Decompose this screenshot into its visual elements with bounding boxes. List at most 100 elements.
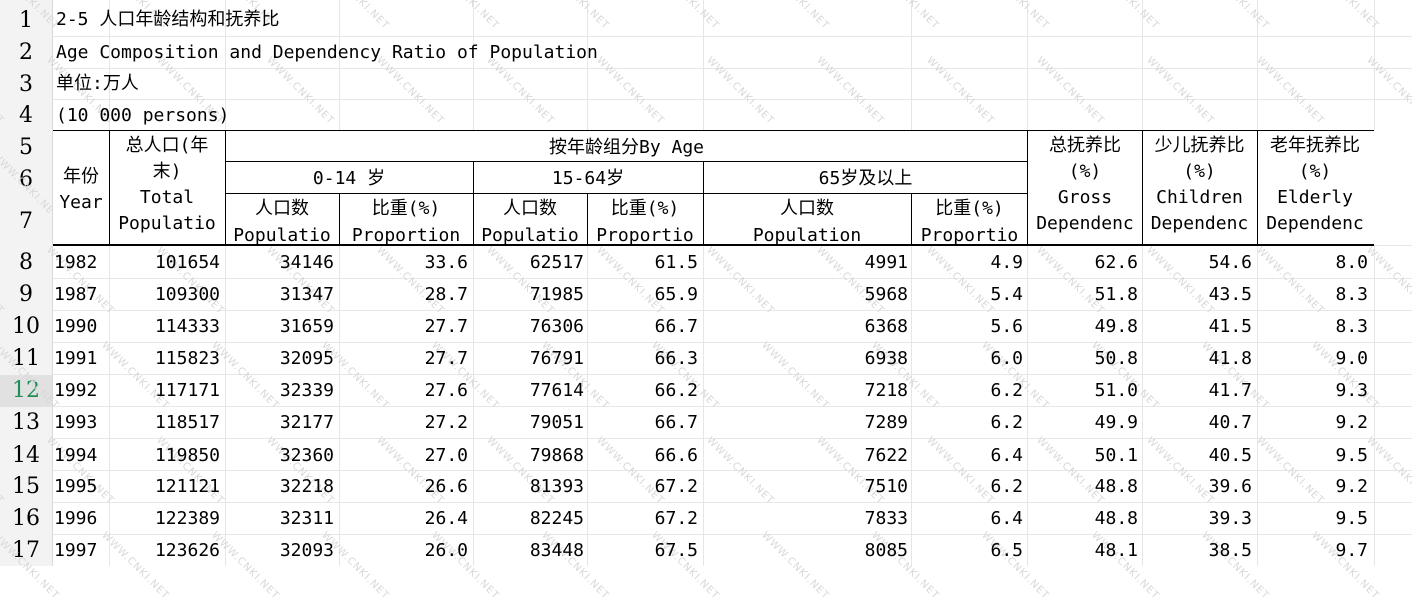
cell-elderly-dependency[interactable]: 9.2 <box>1258 407 1368 439</box>
cell-pop-65-plus[interactable]: 7622 <box>704 440 908 472</box>
cell-pop-15-64[interactable]: 76791 <box>474 343 584 375</box>
cell-children-dependency[interactable]: 41.5 <box>1143 311 1252 343</box>
cell-year[interactable]: 1982 <box>54 247 110 279</box>
cell-gross-dependency[interactable]: 51.8 <box>1029 279 1138 311</box>
row-number[interactable]: 5 <box>0 132 52 164</box>
cell-prop-15-64[interactable]: 66.7 <box>588 407 698 439</box>
cell-total-population[interactable]: 114333 <box>110 311 220 343</box>
cell-elderly-dependency[interactable]: 9.5 <box>1258 503 1368 535</box>
cell-prop-15-64[interactable]: 65.9 <box>588 279 698 311</box>
cell-gross-dependency[interactable]: 48.1 <box>1029 535 1138 567</box>
header-year-en[interactable]: Year <box>54 190 108 216</box>
cell-children-dependency[interactable]: 39.6 <box>1143 471 1252 503</box>
cell-elderly-dependency[interactable]: 9.2 <box>1258 471 1368 503</box>
cell-year[interactable]: 1991 <box>54 343 110 375</box>
cell-total-population[interactable]: 121121 <box>110 471 220 503</box>
cell-prop-15-64[interactable]: 66.3 <box>588 343 698 375</box>
header-pop-15-64-cn[interactable]: 人口数 <box>474 196 586 222</box>
unit-cn[interactable]: 单位:万人 <box>56 73 139 95</box>
header-by-age[interactable]: 按年龄组分By Age <box>226 135 1027 161</box>
cell-total-population[interactable]: 101654 <box>110 247 220 279</box>
cell-children-dependency[interactable]: 38.5 <box>1143 535 1252 567</box>
header-children-en1[interactable]: Children <box>1143 185 1256 211</box>
cell-prop-15-64[interactable]: 66.7 <box>588 311 698 343</box>
cell-pop-65-plus[interactable]: 8085 <box>704 535 908 567</box>
cell-pop-65-plus[interactable]: 7218 <box>704 375 908 407</box>
cell-prop-15-64[interactable]: 67.2 <box>588 471 698 503</box>
cell-prop-0-14[interactable]: 26.4 <box>340 503 468 535</box>
cell-prop-0-14[interactable]: 26.0 <box>340 535 468 567</box>
cell-children-dependency[interactable]: 54.6 <box>1143 247 1252 279</box>
cell-gross-dependency[interactable]: 51.0 <box>1029 375 1138 407</box>
cell-total-population[interactable]: 119850 <box>110 440 220 472</box>
cell-prop-0-14[interactable]: 26.6 <box>340 471 468 503</box>
cell-pop-0-14[interactable]: 31659 <box>226 311 334 343</box>
cell-gross-dependency[interactable]: 49.8 <box>1029 311 1138 343</box>
cell-gross-dependency[interactable]: 49.9 <box>1029 407 1138 439</box>
cell-pop-0-14[interactable]: 34146 <box>226 247 334 279</box>
cell-prop-0-14[interactable]: 27.7 <box>340 311 468 343</box>
cell-prop-15-64[interactable]: 66.6 <box>588 440 698 472</box>
cell-pop-0-14[interactable]: 32177 <box>226 407 334 439</box>
cell-gross-dependency[interactable]: 48.8 <box>1029 471 1138 503</box>
header-total-en2[interactable]: Populatio <box>110 211 224 237</box>
header-prop-65-cn[interactable]: 比重(%) <box>912 196 1027 222</box>
cell-prop-65-plus[interactable]: 5.6 <box>912 311 1023 343</box>
row-number[interactable]: 15 <box>0 471 52 503</box>
header-year-cn[interactable]: 年份 <box>54 164 108 190</box>
cell-pop-0-14[interactable]: 32093 <box>226 535 334 567</box>
cell-year[interactable]: 1997 <box>54 535 110 567</box>
cell-children-dependency[interactable]: 40.7 <box>1143 407 1252 439</box>
cell-children-dependency[interactable]: 40.5 <box>1143 440 1252 472</box>
cell-elderly-dependency[interactable]: 9.7 <box>1258 535 1368 567</box>
cell-pop-0-14[interactable]: 31347 <box>226 279 334 311</box>
header-elderly-cn[interactable]: 老年抚养比 <box>1258 133 1372 159</box>
header-age-65-plus[interactable]: 65岁及以上 <box>704 166 1027 192</box>
cell-gross-dependency[interactable]: 50.8 <box>1029 343 1138 375</box>
cell-elderly-dependency[interactable]: 8.3 <box>1258 311 1368 343</box>
cell-prop-0-14[interactable]: 27.7 <box>340 343 468 375</box>
header-age-0-14[interactable]: 0-14 岁 <box>226 166 472 192</box>
row-number[interactable]: 9 <box>0 279 52 311</box>
cell-prop-65-plus[interactable]: 6.4 <box>912 503 1023 535</box>
cell-pop-15-64[interactable]: 81393 <box>474 471 584 503</box>
cell-total-population[interactable]: 118517 <box>110 407 220 439</box>
header-gross-pct[interactable]: (%) <box>1029 159 1141 185</box>
row-number[interactable]: 8 <box>0 247 52 279</box>
cell-year[interactable]: 1996 <box>54 503 110 535</box>
cell-total-population[interactable]: 122389 <box>110 503 220 535</box>
cell-prop-65-plus[interactable]: 6.0 <box>912 343 1023 375</box>
cell-prop-65-plus[interactable]: 6.2 <box>912 375 1023 407</box>
cell-pop-15-64[interactable]: 79051 <box>474 407 584 439</box>
cell-total-population[interactable]: 117171 <box>110 375 220 407</box>
cell-pop-0-14[interactable]: 32311 <box>226 503 334 535</box>
cell-prop-0-14[interactable]: 33.6 <box>340 247 468 279</box>
cell-pop-15-64[interactable]: 79868 <box>474 440 584 472</box>
cell-prop-65-plus[interactable]: 6.4 <box>912 440 1023 472</box>
cell-pop-65-plus[interactable]: 6368 <box>704 311 908 343</box>
cell-prop-0-14[interactable]: 27.0 <box>340 440 468 472</box>
row-number[interactable]: 10 <box>0 311 52 343</box>
cell-prop-65-plus[interactable]: 5.4 <box>912 279 1023 311</box>
row-number[interactable]: 3 <box>0 69 52 101</box>
cell-pop-0-14[interactable]: 32095 <box>226 343 334 375</box>
cell-pop-65-plus[interactable]: 7833 <box>704 503 908 535</box>
row-number[interactable]: 13 <box>0 407 52 439</box>
cell-children-dependency[interactable]: 41.8 <box>1143 343 1252 375</box>
cell-prop-15-64[interactable]: 66.2 <box>588 375 698 407</box>
cell-children-dependency[interactable]: 41.7 <box>1143 375 1252 407</box>
cell-elderly-dependency[interactable]: 8.3 <box>1258 279 1368 311</box>
cell-pop-15-64[interactable]: 83448 <box>474 535 584 567</box>
row-number[interactable]: 1 <box>0 5 52 37</box>
cell-gross-dependency[interactable]: 62.6 <box>1029 247 1138 279</box>
cell-year[interactable]: 1995 <box>54 471 110 503</box>
header-children-cn[interactable]: 少儿抚养比 <box>1143 133 1256 159</box>
header-total-en1[interactable]: Total <box>110 185 224 211</box>
cell-gross-dependency[interactable]: 50.1 <box>1029 440 1138 472</box>
row-number[interactable]: 7 <box>0 206 52 238</box>
cell-pop-65-plus[interactable]: 7510 <box>704 471 908 503</box>
cell-year[interactable]: 1992 <box>54 375 110 407</box>
header-pop-65-cn[interactable]: 人口数 <box>704 196 910 222</box>
cell-year[interactable]: 1994 <box>54 440 110 472</box>
cell-children-dependency[interactable]: 43.5 <box>1143 279 1252 311</box>
